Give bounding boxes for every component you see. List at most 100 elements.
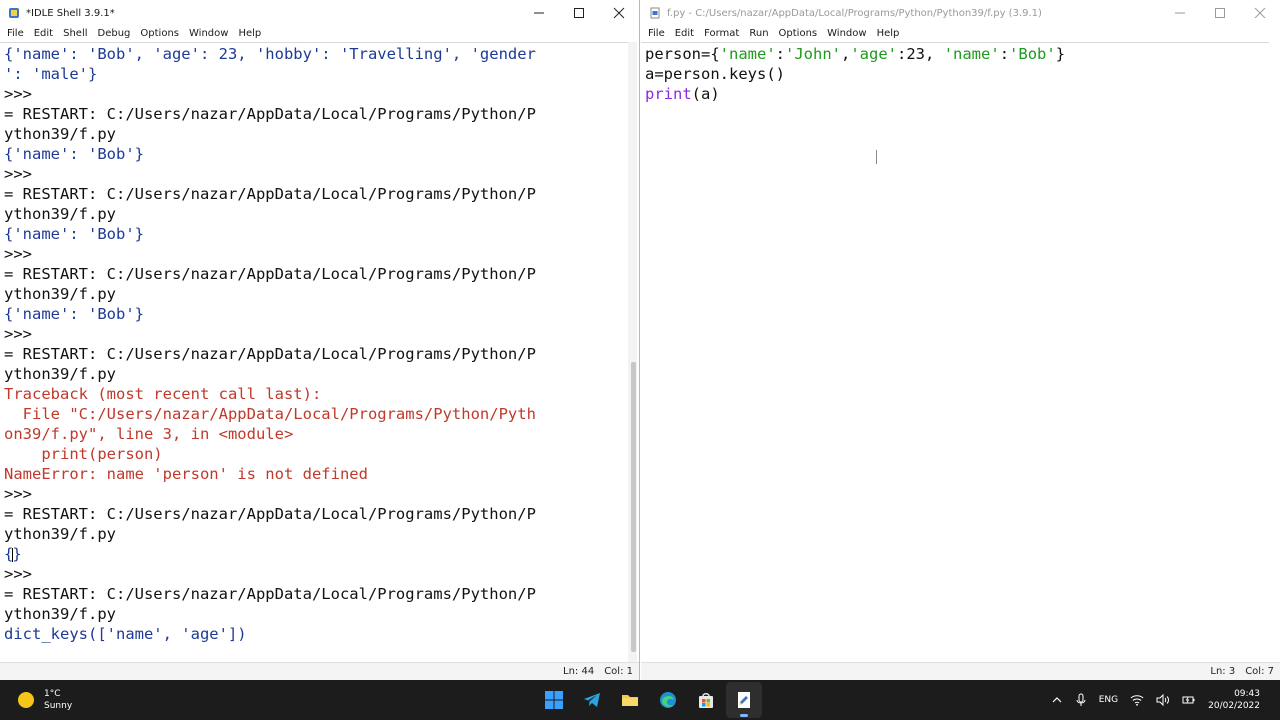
code-token: 'age' [850,45,898,63]
editor-menu-help[interactable]: Help [872,26,905,42]
idle-app-icon [8,7,20,19]
microphone-icon [1076,693,1086,706]
shell-output-line: ython39/f.py [4,525,116,543]
minimize-icon [1175,12,1185,14]
shell-text-area[interactable]: {'name': 'Bob', 'age': 23, 'hobby': 'Tra… [0,42,628,662]
file-explorer-button[interactable] [612,682,648,718]
editor-text-area[interactable]: person={'name':'John','age':23, 'name':'… [641,42,1269,662]
microsoft-store-button[interactable] [688,682,724,718]
show-hidden-icons-button[interactable] [1051,694,1063,706]
editor-statusbar: Ln: 3 Col: 7 [641,662,1280,680]
code-token: 'name' [719,45,776,63]
edge-browser-button[interactable] [650,682,686,718]
editor-menu-options[interactable]: Options [774,26,823,42]
file-explorer-icon [622,695,638,706]
shell-scrollbar[interactable] [628,42,637,662]
network-button[interactable] [1130,694,1144,706]
editor-window-title: f.py - C:/Users/nazar/AppData/Local/Prog… [667,7,1042,19]
text-cursor [12,547,14,562]
shell-scrollbar-thumb[interactable] [631,362,636,652]
shell-menubar: File Edit Shell Debug Options Window Hel… [0,26,639,42]
code-token: :23, [897,45,944,63]
language-label: ENG [1098,695,1119,705]
idle-python-taskbar-button[interactable] [726,682,762,718]
shell-output-line: print(person) [4,445,163,463]
code-token: a=person.keys() [645,65,785,83]
clock-time: 09:43 [1234,689,1260,699]
editor-menu-file[interactable]: File [643,26,670,42]
taskbar-clock[interactable]: 09:43 20/02/2022 [1208,688,1260,712]
telegram-icon [584,693,600,707]
code-token: } [1055,45,1066,63]
shell-output-line: = RESTART: C:/Users/nazar/AppData/Local/… [4,265,536,283]
shell-output-line: {'name': 'Bob'} [4,145,144,163]
shell-output-line: {'name': 'Bob'} [4,225,144,243]
volume-button[interactable] [1156,694,1170,706]
shell-output-line: {'name': 'Bob', 'age': 23, 'hobby': 'Tra… [4,45,536,63]
editor-titlebar[interactable]: f.py - C:/Users/nazar/AppData/Local/Prog… [641,0,1280,26]
microphone-button[interactable] [1075,693,1087,707]
editor-code-line: person={'name':'John','age':23, 'name':'… [645,44,1269,64]
menu-debug[interactable]: Debug [93,26,136,42]
close-icon [1254,7,1266,19]
minimize-icon [534,12,544,14]
battery-charging-icon [1182,696,1195,704]
code-token: person={ [645,45,720,63]
python-file-icon [649,7,661,19]
edge-browser-icon [660,692,676,708]
editor-menu-window[interactable]: Window [822,26,871,42]
minimize-button[interactable] [519,0,559,26]
weather-widget[interactable]: 1°C Sunny [0,688,200,712]
shell-output-line: dict_keys(['name', 'age']) [4,625,247,643]
shell-output-line: = RESTART: C:/Users/nazar/AppData/Local/… [4,345,536,363]
shell-output-line: = RESTART: C:/Users/nazar/AppData/Local/… [4,585,536,603]
shell-output: {'name': 'Bob', 'age': 23, 'hobby': 'Tra… [0,43,628,644]
telegram-app-button[interactable] [574,682,610,718]
sunny-weather-icon [18,692,34,708]
shell-output-line: ython39/f.py [4,605,116,623]
menu-options[interactable]: Options [135,26,184,42]
shell-output-line: ython39/f.py [4,125,116,143]
shell-output-line: = RESTART: C:/Users/nazar/AppData/Local/… [4,185,536,203]
menu-shell[interactable]: Shell [58,26,92,42]
shell-output-line: ython39/f.py [4,365,116,383]
idle-shell-window: *IDLE Shell 3.9.1* File Edit Shell Debug… [0,0,640,680]
mouse-ibeam-cursor [876,150,877,164]
shell-output-line: >>> [4,165,42,183]
shell-output-line: ython39/f.py [4,205,116,223]
wifi-icon [1130,695,1144,706]
shell-window-title: *IDLE Shell 3.9.1* [26,7,115,19]
weather-temperature: 1°C [44,689,61,699]
menu-edit[interactable]: Edit [29,26,58,42]
close-button[interactable] [599,0,639,26]
taskbar-pinned-apps [535,680,763,720]
menu-help[interactable]: Help [233,26,266,42]
shell-titlebar[interactable]: *IDLE Shell 3.9.1* [0,0,639,26]
menu-window[interactable]: Window [184,26,233,42]
shell-output-line: >>> [4,485,42,503]
shell-line-number: Ln: 44 [563,666,595,677]
shell-output-line: ython39/f.py [4,285,116,303]
editor-minimize-button[interactable] [1160,0,1200,26]
editor-menu-format[interactable]: Format [699,26,744,42]
code-token: 'Bob' [1009,45,1056,63]
editor-maximize-button[interactable] [1200,0,1240,26]
maximize-button[interactable] [559,0,599,26]
system-tray: ENG 09:43 20/02/2022 [1045,680,1280,720]
shell-output-line: = RESTART: C:/Users/nazar/AppData/Local/… [4,505,536,523]
shell-output-line: >>> [4,565,42,583]
language-indicator[interactable]: ENG [1099,695,1118,705]
editor-close-button[interactable] [1240,0,1280,26]
editor-menu-edit[interactable]: Edit [670,26,699,42]
shell-output-line: >>> [4,325,42,343]
editor-source-code: person={'name':'John','age':23, 'name':'… [641,43,1269,104]
chevron-up-icon [1052,697,1062,703]
start-button[interactable] [536,682,572,718]
code-token: : [775,45,785,63]
shell-output-line: >>> [4,245,42,263]
editor-menu-run[interactable]: Run [744,26,773,42]
battery-button[interactable] [1182,694,1196,706]
shell-output-line: >>> [4,85,42,103]
menu-file[interactable]: File [2,26,29,42]
shell-statusbar: Ln: 44 Col: 1 [0,662,639,680]
